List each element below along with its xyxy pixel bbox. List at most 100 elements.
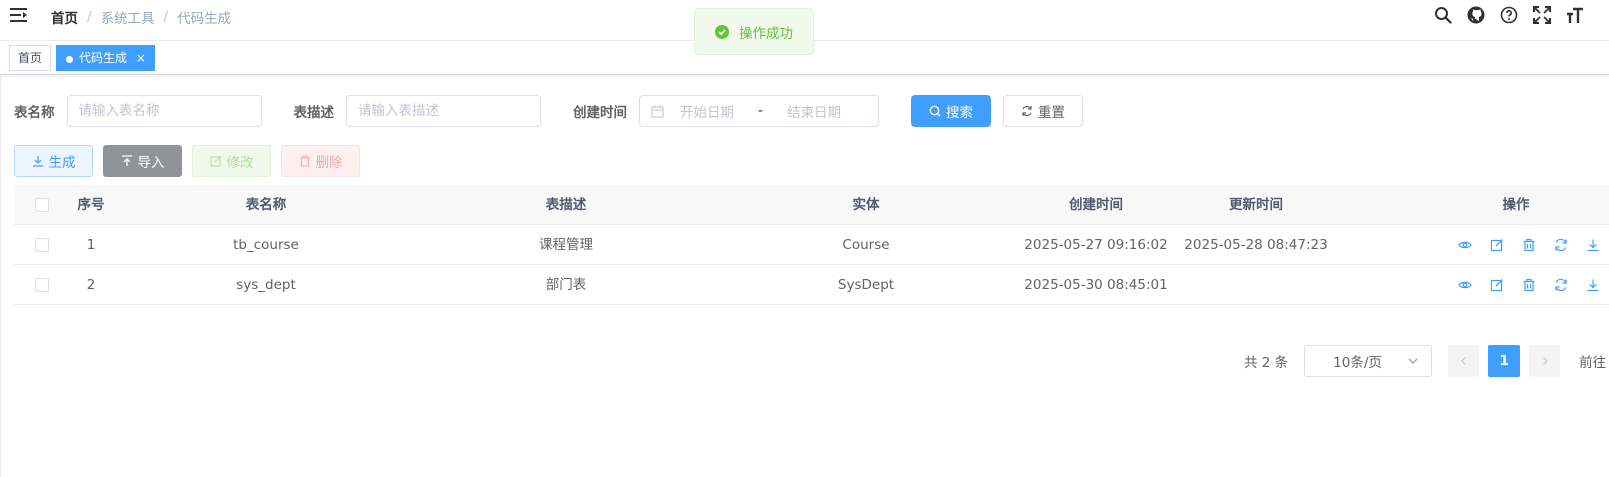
success-toast: 操作成功 [694, 8, 814, 55]
page-size-value: 10条/页 [1333, 355, 1382, 371]
page-number-current[interactable]: 1 [1488, 345, 1521, 377]
chevron-down-icon [1408, 358, 1418, 364]
hamburger-menu-icon[interactable] [10, 6, 28, 24]
preview-icon[interactable] [1458, 238, 1472, 252]
action-toolbar: 生成 导入 修改 删除 [14, 145, 360, 177]
header-update-time: 更新时间 [1229, 197, 1283, 213]
edit-icon[interactable] [1490, 278, 1504, 292]
table-name-input[interactable] [67, 103, 261, 119]
chevron-right-icon [1542, 357, 1548, 365]
delete-button[interactable]: 删除 [281, 145, 360, 177]
success-check-icon [715, 24, 729, 39]
edit-button-label: 修改 [226, 155, 254, 171]
github-icon[interactable] [1467, 5, 1485, 25]
pagination-goto: 前往 [1579, 355, 1607, 371]
cell-create-time: 2025-05-27 09:16:02 [1024, 237, 1168, 253]
header-create-time: 创建时间 [1069, 197, 1123, 213]
search-form: 表名称 表描述 创建时间 开始日期 - 结束日期 搜索 重置 [14, 95, 1083, 127]
cell-update-time: 2025-05-28 08:47:23 [1184, 237, 1328, 253]
breadcrumb-separator: / [87, 9, 92, 25]
cell-table-name: tb_course [233, 237, 299, 253]
tag-code-gen-label: 代码生成 [79, 51, 128, 65]
table-name-input-wrapper [66, 95, 262, 127]
reset-button[interactable]: 重置 [1003, 95, 1083, 127]
fullscreen-icon[interactable] [1533, 5, 1551, 25]
pagination-total: 共 2 条 [1244, 355, 1289, 371]
row-actions [1458, 265, 1600, 305]
import-button-label: 导入 [137, 155, 165, 171]
row-checkbox[interactable] [35, 278, 49, 292]
active-dot-icon [66, 56, 73, 63]
cell-index: 2 [86, 277, 96, 293]
download-icon [32, 156, 43, 167]
delete-button-label: 删除 [315, 155, 343, 171]
header-table-desc: 表描述 [545, 197, 587, 213]
table-row: 1 tb_course 课程管理 Course 2025-05-27 09:16… [14, 225, 1609, 265]
chevron-left-icon [1460, 357, 1466, 365]
header-ops: 操作 [1502, 197, 1530, 213]
table-desc-label: 表描述 [293, 105, 335, 121]
delete-icon[interactable] [1522, 238, 1536, 252]
question-icon[interactable] [1500, 5, 1518, 25]
header-index: 序号 [77, 197, 105, 213]
cell-table-desc: 课程管理 [539, 237, 593, 253]
download-icon[interactable] [1586, 238, 1600, 252]
table-desc-input-wrapper [346, 95, 541, 127]
content-left-border [0, 75, 1, 477]
edit-icon[interactable] [1490, 238, 1504, 252]
end-date-placeholder[interactable]: 结束日期 [787, 101, 841, 121]
table-header: 序号 表名称 表描述 实体 创建时间 更新时间 操作 [14, 185, 1609, 225]
page-size-select[interactable]: 10条/页 [1304, 345, 1433, 377]
reset-button-label: 重置 [1038, 105, 1065, 121]
upload-icon [121, 155, 132, 166]
create-time-label: 创建时间 [573, 105, 627, 121]
cell-table-desc: 部门表 [545, 277, 587, 293]
font-size-icon[interactable] [1566, 5, 1584, 25]
download-icon[interactable] [1586, 278, 1600, 292]
cell-table-name: sys_dept [236, 277, 296, 293]
navbar-actions [1434, 5, 1584, 25]
search-button-label: 搜索 [946, 105, 973, 121]
tag-code-gen[interactable]: 代码生成 × [56, 45, 155, 71]
cell-entity: Course [842, 237, 890, 253]
tag-home[interactable]: 首页 [9, 45, 52, 71]
row-actions [1458, 225, 1600, 265]
prev-page-button[interactable] [1448, 345, 1480, 377]
next-page-button[interactable] [1529, 345, 1561, 377]
sync-icon[interactable] [1554, 278, 1568, 292]
refresh-icon [1022, 105, 1032, 117]
select-all-checkbox[interactable] [35, 198, 49, 212]
table-row: 2 sys_dept 部门表 SysDept 2025-05-30 08:45:… [14, 265, 1609, 305]
generate-button-label: 生成 [48, 155, 76, 171]
breadcrumb: 首页 / 系统工具 / 代码生成 [51, 7, 231, 27]
breadcrumb-code-gen: 代码生成 [177, 11, 232, 27]
preview-icon[interactable] [1458, 278, 1472, 292]
date-range-picker[interactable]: 开始日期 - 结束日期 [639, 95, 879, 127]
pagination: 共 2 条 10条/页 1 前往 [1244, 345, 1606, 377]
edit-icon [209, 155, 221, 167]
import-button[interactable]: 导入 [103, 145, 182, 177]
calendar-icon [651, 105, 664, 117]
header-entity: 实体 [852, 197, 880, 213]
sync-icon[interactable] [1554, 238, 1568, 252]
delete-icon[interactable] [1522, 278, 1536, 292]
start-date-placeholder[interactable]: 开始日期 [680, 101, 734, 121]
search-button[interactable]: 搜索 [911, 95, 991, 127]
table-name-label: 表名称 [14, 105, 55, 121]
range-separator: - [758, 103, 764, 119]
close-icon[interactable]: × [136, 51, 146, 65]
cell-entity: SysDept [837, 277, 895, 293]
search-icon[interactable] [1434, 5, 1452, 25]
breadcrumb-separator: / [163, 9, 169, 25]
gen-table: 序号 表名称 表描述 实体 创建时间 更新时间 操作 1 tb_course 课… [14, 185, 1609, 305]
row-checkbox[interactable] [35, 238, 49, 252]
cell-update-time [1176, 265, 1336, 305]
search-icon [929, 105, 941, 117]
breadcrumb-home[interactable]: 首页 [51, 7, 78, 27]
edit-button[interactable]: 修改 [192, 145, 271, 177]
toast-message: 操作成功 [739, 25, 793, 42]
breadcrumb-system-tools: 系统工具 [100, 11, 155, 27]
generate-button[interactable]: 生成 [14, 145, 93, 177]
table-desc-input[interactable] [347, 103, 540, 119]
cell-create-time: 2025-05-30 08:45:01 [1024, 277, 1168, 293]
